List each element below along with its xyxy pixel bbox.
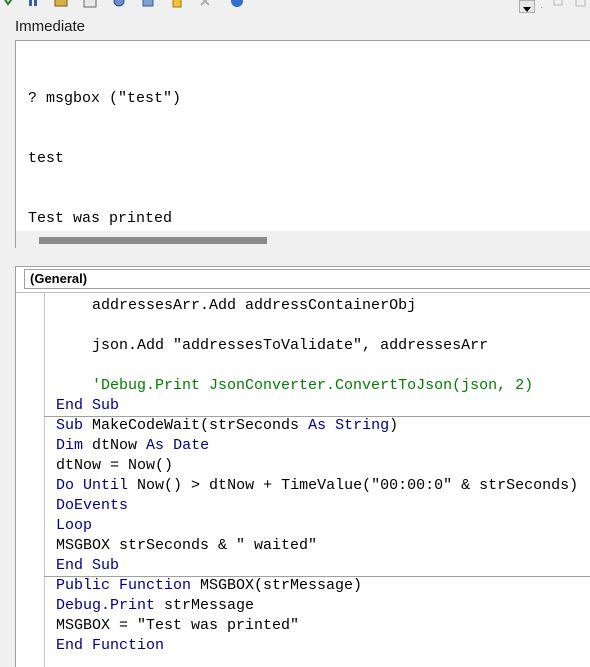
toolbar-separator: · xyxy=(540,2,544,13)
code-editor[interactable]: addressesArr.Add addressContainerObj jso… xyxy=(16,293,590,667)
module-icon[interactable] xyxy=(54,0,68,8)
keyword-token: Debug.Print xyxy=(56,597,156,614)
immediate-window-title: Immediate xyxy=(15,18,86,35)
code-token: strMessage xyxy=(155,597,255,614)
code-token: json.Add "addressesToValidate", addresse… xyxy=(92,337,489,354)
keyword-token: End Sub xyxy=(56,397,120,414)
scrollbar-thumb[interactable] xyxy=(39,237,267,244)
immediate-horizontal-scrollbar[interactable] xyxy=(16,231,590,249)
toolbar-options-dropdown[interactable] xyxy=(519,0,535,13)
code-token: MSGBOX = "Test was printed" xyxy=(56,617,300,634)
code-line[interactable]: End Function xyxy=(56,636,164,656)
help-icon[interactable] xyxy=(230,0,244,8)
code-token: Now() > dtNow + TimeValue("00:00:0" & st… xyxy=(128,477,579,494)
keyword-token: As xyxy=(146,437,165,454)
keyword-token: Until xyxy=(83,477,129,494)
keyword-token: Public Function xyxy=(56,577,192,594)
immediate-line: test xyxy=(28,150,65,167)
comment-token: 'Debug.Print JsonConverter.ConvertToJson… xyxy=(92,377,534,394)
code-line[interactable]: DoEvents xyxy=(56,496,128,516)
immediate-output[interactable]: ? msgbox ("test") test Test was printed xyxy=(28,49,181,249)
code-token: MSGBOX strSeconds & " waited" xyxy=(56,537,318,554)
copy-icon[interactable] xyxy=(552,0,566,8)
code-token: addressesArr.Add addressContainerObj xyxy=(92,297,417,314)
code-token: dtNow = Now() xyxy=(56,457,174,474)
keyword-token: Do xyxy=(56,477,75,494)
code-line[interactable]: dtNow = Now() xyxy=(56,456,173,476)
step-icon[interactable] xyxy=(26,0,40,8)
keyword-token: End Function xyxy=(56,637,165,654)
code-token: dtNow xyxy=(83,437,147,454)
procedure-separator xyxy=(44,416,590,417)
object-browser-icon[interactable] xyxy=(83,0,97,8)
keyword-token: Sub xyxy=(56,417,84,434)
keyword-token: Loop xyxy=(56,517,93,534)
clipboard-icon[interactable] xyxy=(170,0,184,8)
keyword-token: String xyxy=(335,417,390,434)
immediate-window-title-bar[interactable]: Immediate xyxy=(0,14,590,40)
code-line[interactable]: Loop xyxy=(56,516,92,536)
properties-icon[interactable] xyxy=(112,0,126,8)
left-window-edge xyxy=(0,14,15,666)
pane-splitter[interactable] xyxy=(0,248,590,266)
immediate-line: Test was printed xyxy=(28,210,173,227)
code-token: ) xyxy=(389,417,399,434)
keyword-token: End Sub xyxy=(56,557,120,574)
keyword-token: Date xyxy=(173,437,210,454)
code-line[interactable]: Sub MakeCodeWait(strSeconds As String) xyxy=(56,416,398,436)
code-line[interactable]: Dim dtNow As Date xyxy=(56,436,209,456)
close-icon[interactable] xyxy=(198,0,212,8)
procedure-separator xyxy=(44,576,590,577)
immediate-line: ? msgbox ("test") xyxy=(28,90,182,107)
code-line[interactable]: Do Until Now() > dtNow + TimeValue("00:0… xyxy=(56,476,578,496)
toolbar: · xyxy=(0,0,590,15)
toolbox-icon[interactable] xyxy=(141,0,155,8)
keyword-token: Dim xyxy=(56,437,84,454)
code-line[interactable]: 'Debug.Print JsonConverter.ConvertToJson… xyxy=(56,376,533,396)
code-line[interactable]: addressesArr.Add addressContainerObj xyxy=(56,296,416,316)
code-line[interactable]: MSGBOX = "Test was printed" xyxy=(56,616,299,636)
code-token: MSGBOX(strMessage) xyxy=(191,577,363,594)
code-line[interactable]: Debug.Print strMessage xyxy=(56,596,254,616)
object-dropdown[interactable]: (General) xyxy=(24,269,590,289)
code-token: MakeCodeWait(strSeconds xyxy=(83,417,309,434)
code-line[interactable]: Public Function MSGBOX(strMessage) xyxy=(56,576,362,596)
immediate-window[interactable]: ? msgbox ("test") test Test was printed xyxy=(15,40,590,249)
run-icon[interactable] xyxy=(2,0,16,8)
margin-indicator-bar[interactable] xyxy=(44,293,45,667)
code-line[interactable]: json.Add "addressesToValidate", addresse… xyxy=(56,336,488,356)
code-line[interactable]: End Sub xyxy=(56,556,119,576)
code-line[interactable]: MSGBOX strSeconds & " waited" xyxy=(56,536,317,556)
keyword-token: As xyxy=(308,417,327,434)
paste-icon[interactable] xyxy=(574,0,588,8)
code-window[interactable]: (General) addressesArr.Add addressContai… xyxy=(15,266,590,667)
keyword-token: DoEvents xyxy=(56,497,129,514)
code-line[interactable]: End Sub xyxy=(56,396,119,416)
